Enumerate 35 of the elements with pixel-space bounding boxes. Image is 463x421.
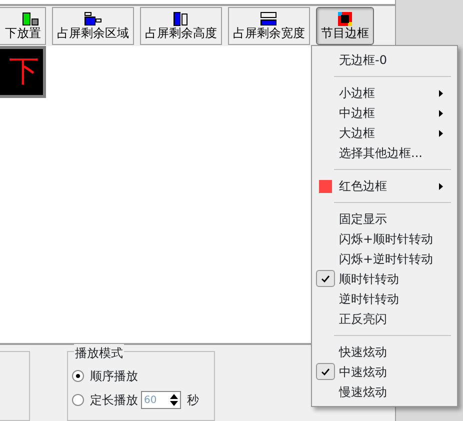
group-title: 播放模式	[74, 344, 124, 362]
preview-text: 下	[9, 57, 39, 87]
submenu-arrow-icon	[439, 130, 443, 137]
menu-item[interactable]: 逆时针转动	[314, 289, 455, 309]
menu-item[interactable]: 顺时针转动	[314, 269, 455, 289]
menu-item[interactable]: 无边框-0	[314, 50, 455, 70]
menu-item[interactable]: 中边框	[314, 103, 455, 123]
menu-item[interactable]: 大边框	[314, 123, 455, 143]
radio-button[interactable]	[72, 370, 84, 382]
radio-button[interactable]	[72, 394, 84, 406]
panel-box	[0, 351, 30, 421]
border-icon	[338, 12, 352, 26]
layout-icon	[82, 12, 104, 26]
toolbar-button[interactable]: 占屏剩余高度	[140, 7, 222, 45]
menu-item[interactable]: 中速炫动	[314, 362, 455, 382]
menu-item[interactable]: 固定显示	[314, 209, 455, 229]
menu-item[interactable]: 红色边框	[314, 176, 455, 196]
option-label: 顺序播放	[90, 368, 138, 385]
toolbar-button[interactable]: 占屏剩余区域	[52, 7, 134, 45]
option-label: 定长播放	[90, 392, 138, 409]
menu-item[interactable]: 闪烁+逆时针转动	[314, 249, 455, 269]
menu-item[interactable]: 快速炫动	[314, 342, 455, 362]
toolbar-button[interactable]: 占屏剩余宽度	[228, 7, 310, 45]
menu-item[interactable]: 正反亮闪	[314, 309, 455, 329]
toolbar-button[interactable]: 下放置	[0, 7, 46, 45]
menu-item[interactable]: 小边框	[314, 83, 455, 103]
toolbar-button[interactable]: 节目边框	[316, 7, 374, 45]
submenu-arrow-icon	[439, 90, 443, 97]
menu-item[interactable]: 慢速炫动	[314, 382, 455, 402]
submenu-arrow-icon	[439, 110, 443, 117]
menu-item[interactable]: 选择其他边框...	[314, 143, 455, 163]
submenu-arrow-icon	[439, 183, 443, 190]
spin-arrows-icon[interactable]	[169, 393, 179, 407]
menu-item[interactable]: 闪烁+顺时针转动	[314, 229, 455, 249]
unit-label: 秒	[187, 392, 199, 409]
